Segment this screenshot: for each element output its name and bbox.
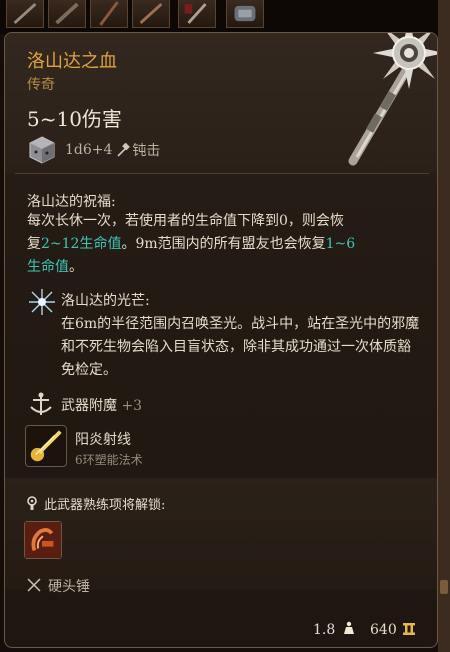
blessing-title: 洛山达的祝福: [27,194,116,210]
inventory-slot[interactable] [90,0,128,28]
ally-heal-highlight: 生命值 [27,259,69,275]
radiance-title: 洛山达的光芒: [61,293,150,309]
inventory-slot[interactable] [132,0,170,28]
item-rarity: 传奇 [27,77,55,93]
inventory-slot[interactable] [6,0,44,28]
mace-icon [348,33,437,166]
weapon-enchantment-icon [30,392,52,415]
proficiency-unlock-text: 此武器熟练项将解锁: [44,498,166,513]
item-weight: 1.8 [313,622,336,638]
crossed-weapons-icon [27,578,41,592]
inventory-slot[interactable] [178,0,216,28]
blessing-description: 每次长休一次，若使用者的生命值下降到0，则会恢 复2~12生命值。9m范围内的所… [27,210,407,279]
scrollbar[interactable] [438,0,450,652]
blessing-text: 复 [27,236,41,252]
radiance-icon[interactable] [28,288,56,316]
item-name: 洛山达之血 [27,51,117,72]
damage-type: 钝击 [132,143,161,159]
weapon-type: 硬头锤 [48,579,90,595]
proficiency-action-icon[interactable] [24,521,62,559]
radiance-description: 在6m的半径范围内召唤圣光。战斗中，站在圣光中的邪魔和不死生物会陷入目盲状态，除… [61,316,420,378]
sunbeam-spell-icon[interactable] [25,425,67,467]
blessing-text: 。9m范围内的所有盟友也会恢复 [121,236,326,252]
ally-heal-highlight: 1~6 [325,236,356,252]
spell-name: 阳炎射线 [75,432,131,448]
inventory-slot[interactable] [226,0,264,28]
enchantment-label: 武器附魔 +3 [61,395,142,415]
blessing-text: 。 [69,259,83,275]
dice-text: 1d6+4 [65,142,113,158]
blessing-text: 每次 [27,213,55,229]
heal-amount-highlight: 2~12生命值 [41,236,122,252]
spell-level: 6环塑能法术 [75,453,143,467]
enchantment-bonus: +3 [121,398,143,414]
enchantment-name: 武器附魔 [61,398,117,414]
gold-coin-icon [403,623,415,635]
damage-dice-row: 1d6+4 钝击 [27,134,160,166]
blessing-text: 长休一次，若使用者的生命值下降到0，则会恢 [55,213,344,229]
inventory-slot[interactable] [48,0,86,28]
scroll-knob[interactable] [440,580,448,594]
item-value: 640 [370,622,397,638]
inventory-strip [0,0,450,34]
unlock-icon [27,496,37,510]
damage-range: 5~10伤害 [27,107,122,131]
dice-icon [29,136,55,164]
weight-icon [344,621,354,634]
divider [15,173,429,174]
bludgeoning-icon [117,143,131,157]
